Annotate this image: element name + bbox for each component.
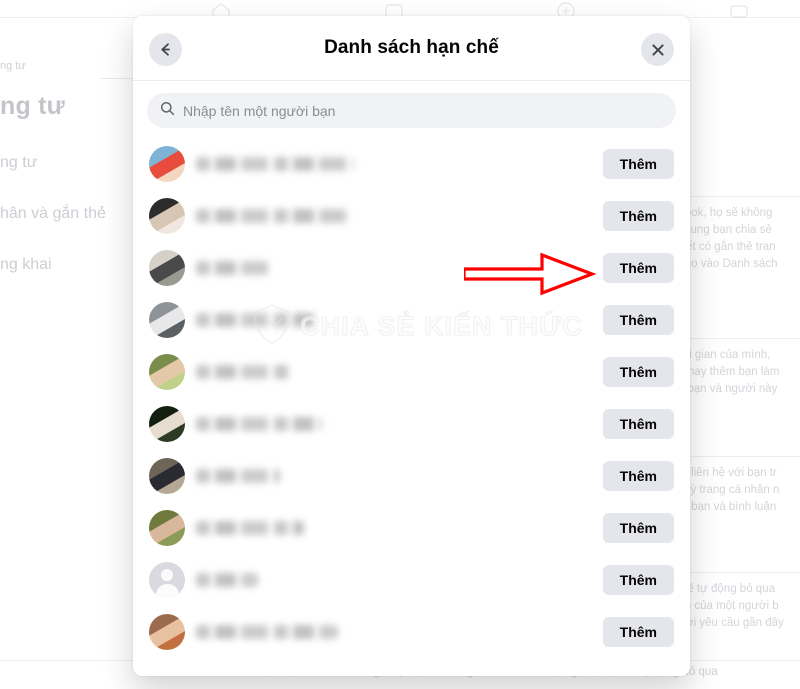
add-to-restricted-list-button[interactable]: Thêm xyxy=(602,461,674,491)
background-card-0-line-0: ebook, họ sẽ không xyxy=(672,207,773,219)
friend-name: █████ ███████ ████ xyxy=(196,209,348,223)
add-to-restricted-list-button[interactable]: Thêm xyxy=(602,565,674,595)
background-nav-item-0: ng tư xyxy=(0,154,38,171)
add-to-restricted-list-button[interactable]: Thêm xyxy=(602,305,674,335)
friend-row[interactable]: █████ ███ Thêm xyxy=(143,450,680,502)
background-card-3-line-1: hân của một người b xyxy=(672,600,779,612)
restricted-list-dialog: Danh sách hạn chế ████ ██████ ███████ Thê… xyxy=(133,16,690,676)
add-to-restricted-list-button[interactable]: Thêm xyxy=(602,357,674,387)
background-card-2-line-0: thể liên hệ với bạn tr xyxy=(672,467,777,479)
close-icon xyxy=(650,42,666,58)
friend-row[interactable]: ████ ██████ ███████ Thêm xyxy=(143,138,680,190)
background-card-0-line-2: i viết có gắn thẻ tran xyxy=(672,241,776,253)
avatar xyxy=(149,614,185,650)
background-card-0: ebook, họ sẽ không ội dung bạn chia sẻ i… xyxy=(672,196,800,273)
background-right-panel: ebook, họ sẽ không ội dung bạn chia sẻ i… xyxy=(672,28,800,689)
add-to-restricted-list-button[interactable]: Thêm xyxy=(602,201,674,231)
background-card-0-line-3: m họ vào Danh sách xyxy=(672,258,778,270)
avatar xyxy=(149,458,185,494)
avatar xyxy=(149,302,185,338)
friend-row[interactable]: ██████ Thêm xyxy=(143,554,680,606)
avatar xyxy=(149,562,185,598)
add-to-restricted-list-button[interactable]: Thêm xyxy=(602,149,674,179)
friend-row[interactable]: ██████ ████ Thêm xyxy=(143,346,680,398)
avatar xyxy=(149,354,185,390)
friend-row[interactable]: ███████ Thêm xyxy=(143,242,680,294)
background-card-1-line-2: cả bạn và người này xyxy=(672,383,778,395)
friend-name: █████ ███ ████ xyxy=(196,417,322,431)
friend-row[interactable]: ███ ████ ████ Thêm xyxy=(143,294,680,346)
background-card-3-line-0: n sẽ tự động bỏ qua xyxy=(672,583,775,595)
add-to-restricted-list-button[interactable]: Thêm xyxy=(602,513,674,543)
search-section xyxy=(133,81,690,136)
background-left-panel: ng tư ng tư ng tư hân và gắn thẻ ng khai xyxy=(0,60,136,274)
background-card-2-line-1: ất kỳ trang cá nhân n xyxy=(672,484,780,496)
screen-root: ng tư ng tư ng tư hân và gắn thẻ ng khai… xyxy=(0,0,800,689)
friend-row[interactable]: █████ ███████ ████ Thêm xyxy=(143,190,680,242)
friend-name: ██████ ████ xyxy=(196,365,292,379)
friend-name: █████ ███ xyxy=(196,469,280,483)
background-page-title: ng tư xyxy=(0,92,65,120)
friend-row[interactable]: ████ ██████ Thêm xyxy=(143,502,680,554)
background-nav-item-1: hân và gắn thẻ xyxy=(0,205,106,222)
search-box[interactable] xyxy=(147,93,676,128)
friend-name: ███ ████ ███████ xyxy=(196,625,338,639)
background-card-2-line-2: thẻ bạn và bình luận xyxy=(672,501,777,513)
background-card-1-line-0: thời gian của mình, xyxy=(672,349,771,361)
background-card-2: thể liên hệ với bạn tr ất kỳ trang cá nh… xyxy=(672,456,800,516)
close-button[interactable] xyxy=(641,33,674,66)
search-input[interactable] xyxy=(183,102,663,119)
add-to-restricted-list-button[interactable]: Thêm xyxy=(602,253,674,283)
add-to-restricted-list-button[interactable]: Thêm xyxy=(602,409,674,439)
background-card-0-line-1: ội dung bạn chia sẻ xyxy=(672,224,772,236)
friend-row[interactable]: ███ ████ ███████ Thêm xyxy=(143,606,680,658)
dialog-title: Danh sách hạn chế xyxy=(324,37,499,58)
friend-name: ███████ xyxy=(196,261,270,275)
background-breadcrumb: ng tư xyxy=(0,60,26,72)
background-card-1-line-1: ạn hay thêm bạn làm xyxy=(672,366,780,378)
avatar xyxy=(149,198,185,234)
friend-name: ███ ████ ████ xyxy=(196,313,314,327)
back-button[interactable] xyxy=(149,33,182,66)
default-avatar-icon xyxy=(149,562,185,598)
background-nav-item-2: ng khai xyxy=(0,256,52,273)
friend-list: ████ ██████ ███████Thêm█████ ███████ ███… xyxy=(133,136,690,676)
friend-name: ██████ xyxy=(196,573,258,587)
friend-row[interactable]: █████ ███ ████ Thêm xyxy=(143,398,680,450)
groups-icon xyxy=(728,2,750,20)
dialog-header: Danh sách hạn chế xyxy=(133,16,690,81)
background-card-1: thời gian của mình, ạn hay thêm bạn làm … xyxy=(672,338,800,398)
background-card-3-line-2: dưới yêu cầu gần đây xyxy=(672,617,784,629)
avatar xyxy=(149,250,185,286)
add-to-restricted-list-button[interactable]: Thêm xyxy=(602,617,674,647)
background-card-3: n sẽ tự động bỏ qua hân của một người b … xyxy=(672,572,800,632)
friend-name: ████ ██████ ███████ xyxy=(196,157,354,171)
arrow-left-icon xyxy=(157,41,174,58)
avatar xyxy=(149,146,185,182)
friend-name: ████ ██████ xyxy=(196,521,304,535)
search-icon xyxy=(160,101,175,121)
avatar xyxy=(149,406,185,442)
avatar xyxy=(149,510,185,546)
